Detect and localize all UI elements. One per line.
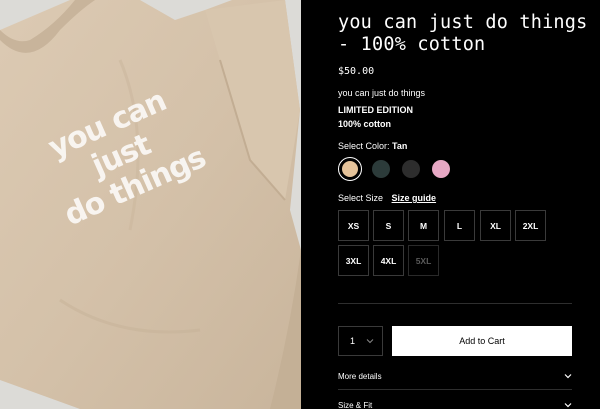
quantity-select[interactable]: 1: [338, 326, 383, 356]
swatch-dark-green[interactable]: [369, 157, 393, 181]
color-label-text: Select Color:: [338, 141, 390, 151]
accordion-label: More details: [338, 371, 382, 381]
tshirt-illustration: [0, 0, 301, 409]
divider: [338, 303, 572, 304]
product-image: you can just do things: [0, 0, 301, 409]
swatch-dot: [432, 160, 450, 178]
size-guide-link[interactable]: Size guide: [392, 193, 437, 203]
accordion-more-details[interactable]: More details: [338, 369, 572, 383]
chevron-down-icon: [564, 403, 572, 408]
product-info: you can just do things - 100% cotton $50…: [301, 0, 600, 409]
color-selector-label: Select Color: Tan: [338, 141, 407, 151]
edition-label: LIMITED EDITION: [338, 105, 413, 115]
swatch-charcoal[interactable]: [399, 157, 423, 181]
selected-color: Tan: [392, 141, 408, 151]
size-label-text: Select Size: [338, 193, 384, 203]
swatch-dot: [402, 160, 420, 178]
swatch-pink[interactable]: [429, 157, 453, 181]
product-price: $50.00: [338, 66, 375, 77]
size-option-2xl[interactable]: 2XL: [515, 210, 546, 241]
divider: [338, 389, 572, 390]
quantity-value: 1: [350, 336, 356, 346]
material-label: 100% cotton: [338, 119, 392, 129]
chevron-down-icon: [366, 339, 374, 344]
swatch-dot: [372, 160, 390, 178]
accordion-size-fit[interactable]: Size & Fit: [338, 398, 572, 409]
size-option-s[interactable]: S: [373, 210, 404, 241]
size-option-5xl: 5XL: [408, 245, 439, 276]
accordion-label: Size & Fit: [338, 400, 373, 409]
size-option-xs[interactable]: XS: [338, 210, 369, 241]
swatch-dot: [341, 160, 358, 177]
swatch-tan[interactable]: [338, 157, 362, 181]
size-option-3xl[interactable]: 3XL: [338, 245, 369, 276]
size-option-4xl[interactable]: 4XL: [373, 245, 404, 276]
product-description: you can just do things: [338, 88, 426, 98]
add-to-cart-button[interactable]: Add to Cart: [392, 326, 572, 356]
product-title: you can just do things - 100% cotton: [338, 12, 588, 55]
size-option-m[interactable]: M: [408, 210, 439, 241]
chevron-down-icon: [564, 374, 572, 379]
size-option-l[interactable]: L: [444, 210, 475, 241]
size-selector-label: Select Size Size guide: [338, 193, 436, 203]
size-option-xl[interactable]: XL: [480, 210, 511, 241]
